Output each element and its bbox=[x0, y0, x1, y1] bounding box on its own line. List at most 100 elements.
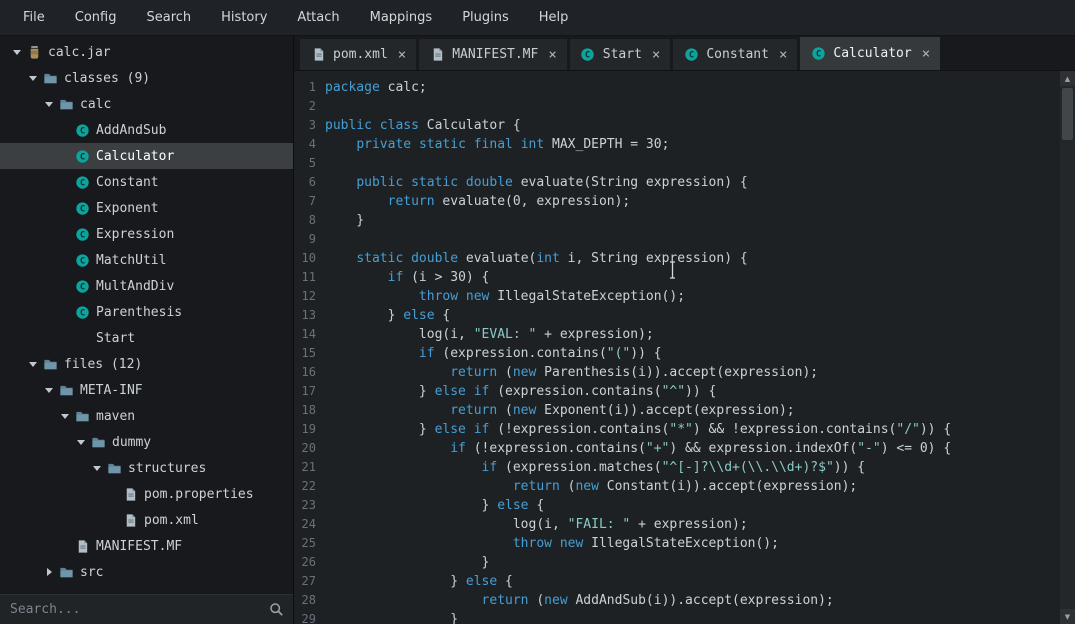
menu-search[interactable]: Search bbox=[131, 0, 206, 35]
svg-text:C: C bbox=[585, 51, 590, 61]
class-icon: C bbox=[74, 122, 90, 138]
class-icon: C bbox=[75, 149, 89, 163]
tab-pom-xml[interactable]: pom.xml × bbox=[300, 39, 417, 70]
code-text: return (new Parenthesis(i)).accept(expre… bbox=[450, 365, 819, 380]
tree-item-calculator[interactable]: C Calculator bbox=[0, 143, 293, 169]
class-icon: C bbox=[75, 201, 89, 215]
menu-bar: File Config Search History Attach Mappings Plu… bbox=[0, 0, 1075, 36]
class-icon: C bbox=[75, 279, 89, 293]
menu-mappings[interactable]: Mappings bbox=[355, 0, 448, 35]
menu-help[interactable]: Help bbox=[524, 0, 584, 35]
expanded-arrow-icon[interactable] bbox=[26, 356, 42, 372]
tree-item-start[interactable]: Start bbox=[0, 325, 293, 351]
expanded-arrow-icon[interactable] bbox=[26, 70, 42, 86]
vertical-scrollbar[interactable]: ▲ ▼ bbox=[1060, 71, 1075, 624]
menu-history[interactable]: History bbox=[206, 0, 282, 35]
code-text: public class Calculator { bbox=[325, 118, 521, 133]
tree-item-label: Expression bbox=[96, 226, 175, 242]
tree-item-files-12[interactable]: files (12) bbox=[0, 351, 293, 377]
code-line-9: 9 bbox=[294, 230, 1060, 249]
code-line-4: 4 private static final int MAX_DEPTH = 3… bbox=[294, 135, 1060, 154]
expanded-arrow-icon[interactable] bbox=[90, 460, 106, 476]
tree-item-label: MatchUtil bbox=[96, 252, 167, 268]
code-text: static double evaluate(int i, String exp… bbox=[356, 251, 748, 266]
tree-item-addandsub[interactable]: C AddAndSub bbox=[0, 117, 293, 143]
tree-item-label: AddAndSub bbox=[96, 122, 167, 138]
tree-item-label: Exponent bbox=[96, 200, 159, 216]
code-text: } else if (!expression.contains("*") && … bbox=[325, 422, 952, 437]
collapsed-arrow-icon[interactable] bbox=[42, 564, 58, 580]
folder-icon bbox=[90, 434, 106, 450]
tree-item-classes-9[interactable]: classes (9) bbox=[0, 65, 293, 91]
tree-item-label: Constant bbox=[96, 174, 159, 190]
close-tab-icon[interactable]: × bbox=[779, 48, 787, 62]
tree-item-parenthesis[interactable]: C Parenthesis bbox=[0, 299, 293, 325]
expanded-arrow-icon[interactable] bbox=[42, 96, 58, 112]
close-tab-icon[interactable]: × bbox=[548, 48, 556, 62]
close-tab-icon[interactable]: × bbox=[652, 48, 660, 62]
scroll-down-icon[interactable]: ▼ bbox=[1060, 609, 1075, 624]
tree-item-meta-inf[interactable]: META-INF bbox=[0, 377, 293, 403]
tree-item-pom-xml[interactable]: pom.xml bbox=[0, 507, 293, 533]
tab-manifest-mf[interactable]: MANIFEST.MF × bbox=[419, 39, 567, 70]
tree-item-manifest-mf[interactable]: MANIFEST.MF bbox=[0, 533, 293, 559]
line-number: 15 bbox=[301, 346, 316, 360]
expanded-arrow-icon[interactable] bbox=[10, 44, 26, 60]
folder-icon bbox=[75, 411, 89, 421]
tree-item-calc[interactable]: calc bbox=[0, 91, 293, 117]
class-icon: C bbox=[810, 46, 826, 62]
tree-item-label: MultAndDiv bbox=[96, 278, 175, 294]
svg-text:C: C bbox=[79, 230, 84, 240]
close-tab-icon[interactable]: × bbox=[922, 47, 930, 61]
code-line-3: 3 public class Calculator { bbox=[294, 116, 1060, 135]
expanded-arrow-icon[interactable] bbox=[58, 408, 74, 424]
code-text: } else { bbox=[325, 574, 513, 589]
class-icon: C bbox=[75, 227, 89, 241]
search-input[interactable] bbox=[0, 595, 293, 624]
tree-item-pom-properties[interactable]: pom.properties bbox=[0, 481, 293, 507]
line-number: 12 bbox=[301, 289, 316, 303]
menu-attach[interactable]: Attach bbox=[282, 0, 354, 35]
code-line-20: 20 if (!expression.contains("+") && expr… bbox=[294, 439, 1060, 458]
tab-calculator[interactable]: C Calculator × bbox=[800, 37, 941, 70]
tree-item-label: maven bbox=[96, 408, 136, 424]
code-text: public static double evaluate(String exp… bbox=[356, 175, 748, 190]
close-tab-icon[interactable]: × bbox=[398, 48, 406, 62]
expanded-arrow-icon[interactable] bbox=[74, 434, 90, 450]
line-number: 9 bbox=[308, 232, 316, 246]
tab-constant[interactable]: C Constant × bbox=[673, 39, 798, 70]
code-line-1: 1 package calc; bbox=[294, 78, 1060, 97]
tree-item-exponent[interactable]: C Exponent bbox=[0, 195, 293, 221]
menu-plugins[interactable]: Plugins bbox=[447, 0, 524, 35]
code-text: package calc; bbox=[325, 80, 427, 95]
class-icon: C bbox=[685, 48, 698, 61]
menu-file[interactable]: File bbox=[8, 0, 60, 35]
expanded-arrow-icon[interactable] bbox=[42, 382, 58, 398]
tree-item-maven[interactable]: maven bbox=[0, 403, 293, 429]
tree-item-structures[interactable]: structures bbox=[0, 455, 293, 481]
file-icon bbox=[433, 48, 442, 61]
class-icon: C bbox=[75, 175, 89, 189]
tree-item-label: Parenthesis bbox=[96, 304, 183, 320]
tree-item-src[interactable]: src bbox=[0, 559, 293, 585]
tree-item-label: files (12) bbox=[64, 356, 143, 372]
tab-start[interactable]: C Start × bbox=[569, 39, 671, 70]
menu-config[interactable]: Config bbox=[60, 0, 132, 35]
tree-item-calc-jar[interactable]: calc.jar bbox=[0, 39, 293, 65]
tree-item-expression[interactable]: C Expression bbox=[0, 221, 293, 247]
tree-item-multanddiv[interactable]: C MultAndDiv bbox=[0, 273, 293, 299]
tree-item-dummy[interactable]: dummy bbox=[0, 429, 293, 455]
scroll-up-icon[interactable]: ▲ bbox=[1060, 71, 1075, 86]
code-area[interactable]: 1 package calc; 2 3 public class Calculator … bbox=[294, 71, 1060, 624]
search-icon bbox=[270, 603, 283, 616]
file-icon bbox=[122, 486, 138, 502]
scroll-thumb[interactable] bbox=[1062, 88, 1073, 140]
tree-item-matchutil[interactable]: C MatchUtil bbox=[0, 247, 293, 273]
tree-item-constant[interactable]: C Constant bbox=[0, 169, 293, 195]
code-line-27: 27 } else { bbox=[294, 572, 1060, 591]
